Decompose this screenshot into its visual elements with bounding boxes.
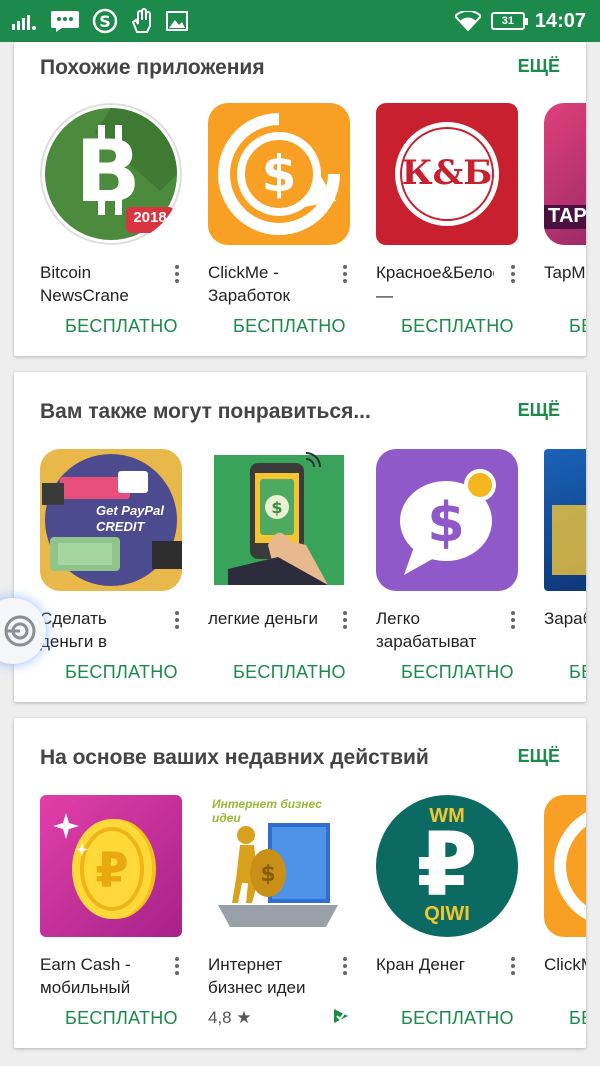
more-options-icon[interactable] [506, 263, 520, 285]
message-icon [51, 11, 79, 32]
app-price: БЕСПЛАТНО [65, 316, 178, 336]
more-button[interactable]: ЕЩЁ [518, 56, 560, 77]
dollar-chat-app-icon[interactable]: $ [376, 449, 518, 591]
clock: 14:07 [534, 9, 586, 32]
section-title: На основе ваших недавних действий [40, 746, 429, 769]
signal-icon [12, 15, 36, 30]
tap-icon-label: ТАР [544, 205, 586, 229]
qiwi-label: QIWI [424, 903, 470, 925]
more-options-icon[interactable] [506, 609, 520, 631]
svg-text:$: $ [260, 862, 275, 887]
app-price: БЕСПЛАТНО [233, 316, 346, 336]
blue-icon-highlight [552, 505, 586, 575]
svg-text:B: B [75, 122, 141, 222]
section-title: Вам также могут понравиться... [40, 400, 371, 423]
status-bar: S 31 14:07 [0, 0, 600, 42]
blue-app-icon[interactable] [544, 449, 586, 591]
bitcoin-app-icon[interactable]: B 2018 [40, 103, 182, 245]
section-you-may-also-like: Вам также могут понравиться... ЕЩЁ Get P… [14, 372, 586, 702]
business-ideas-app-icon[interactable]: Интернет бизнес идеи $ [208, 795, 350, 937]
more-button[interactable]: ЕЩЁ [518, 746, 560, 767]
app-badge: К&Б [401, 153, 493, 193]
app-badge: 2018 [133, 209, 167, 226]
more-options-icon[interactable] [506, 955, 520, 977]
app-price: БЕСПЛАТНО [65, 662, 178, 682]
section-recent-activity: На основе ваших недавних действий ЕЩЁ ₽ … [14, 718, 586, 1048]
svg-text:₽: ₽ [416, 813, 477, 916]
app-badge: Интернет бизнес идеи [212, 797, 322, 825]
app-name[interactable]: ClickMe - Заработок [208, 261, 326, 307]
wm-qiwi-app-icon[interactable]: ₽ WM QIWI [376, 795, 518, 937]
more-options-icon[interactable] [338, 955, 352, 977]
more-options-icon[interactable] [170, 609, 184, 631]
ruble-coin-app-icon[interactable]: ₽ [40, 795, 182, 937]
app-name[interactable]: Сделать деньги в [40, 607, 158, 653]
app-name[interactable]: Интернет бизнес идеи [208, 953, 326, 999]
click-app-icon[interactable] [544, 795, 586, 937]
app-price: БЕСПЛАТНО [401, 316, 514, 336]
kb-app-icon[interactable]: К&Б [376, 103, 518, 245]
app-price: БЕ [569, 1008, 586, 1028]
more-button[interactable]: ЕЩЁ [518, 400, 560, 421]
app-rating: 4,8 ★ [208, 1008, 252, 1027]
app-name[interactable]: Кран Денег [376, 953, 494, 999]
app-price: БЕСПЛАТНО [401, 662, 514, 682]
section-title: Похожие приложения [40, 56, 265, 79]
phone-money-app-icon[interactable]: $ [208, 449, 350, 591]
app-name[interactable]: Легко зарабатыват [376, 607, 494, 653]
svg-text:$: $ [271, 498, 282, 517]
app-name[interactable]: ClickM Зараб [544, 953, 586, 999]
app-name[interactable]: Красное&Белое — [376, 261, 494, 307]
app-name[interactable]: Зараб те дев [544, 607, 586, 653]
play-store-badge-icon [334, 1009, 348, 1023]
app-name[interactable]: TapМ Моби [544, 261, 586, 307]
app-name[interactable]: легкие деньги [208, 607, 326, 653]
more-options-icon[interactable] [170, 955, 184, 977]
svg-text:$: $ [262, 145, 297, 203]
battery-level: 31 [501, 15, 514, 27]
svg-text:S: S [99, 12, 111, 31]
dollar-app-icon: S [92, 8, 118, 34]
app-name[interactable]: Earn Cash - мобильный [40, 953, 158, 999]
wifi-icon [454, 11, 481, 31]
app-price: БЕ [569, 662, 586, 682]
app-price: БЕСПЛАТНО [65, 1008, 178, 1028]
wm-label: WM [429, 805, 465, 827]
app-badge: Get PayPal CREDIT [96, 503, 164, 534]
more-options-icon[interactable] [338, 609, 352, 631]
hand-app-icon [131, 8, 151, 33]
more-options-icon[interactable] [338, 263, 352, 285]
tap-app-icon[interactable]: ТАР [544, 103, 586, 245]
more-options-icon[interactable] [170, 263, 184, 285]
paypal-credit-app-icon[interactable]: Get PayPal CREDIT [40, 449, 182, 591]
svg-text:$: $ [427, 491, 465, 554]
image-icon [166, 11, 188, 31]
svg-text:₽: ₽ [95, 843, 128, 899]
dollar-refresh-app-icon[interactable]: $ [208, 103, 350, 245]
battery-icon: 31 [490, 12, 528, 30]
section-similar-apps: Похожие приложения ЕЩЁ B 2018 Bitcoin Ne… [14, 42, 586, 356]
app-price: БЕ [569, 316, 586, 336]
app-name[interactable]: Bitcoin NewsCrane [40, 261, 158, 307]
swirl-icon [4, 615, 36, 647]
app-price: БЕСПЛАТНО [233, 662, 346, 682]
app-price: БЕСПЛАТНО [401, 1008, 514, 1028]
